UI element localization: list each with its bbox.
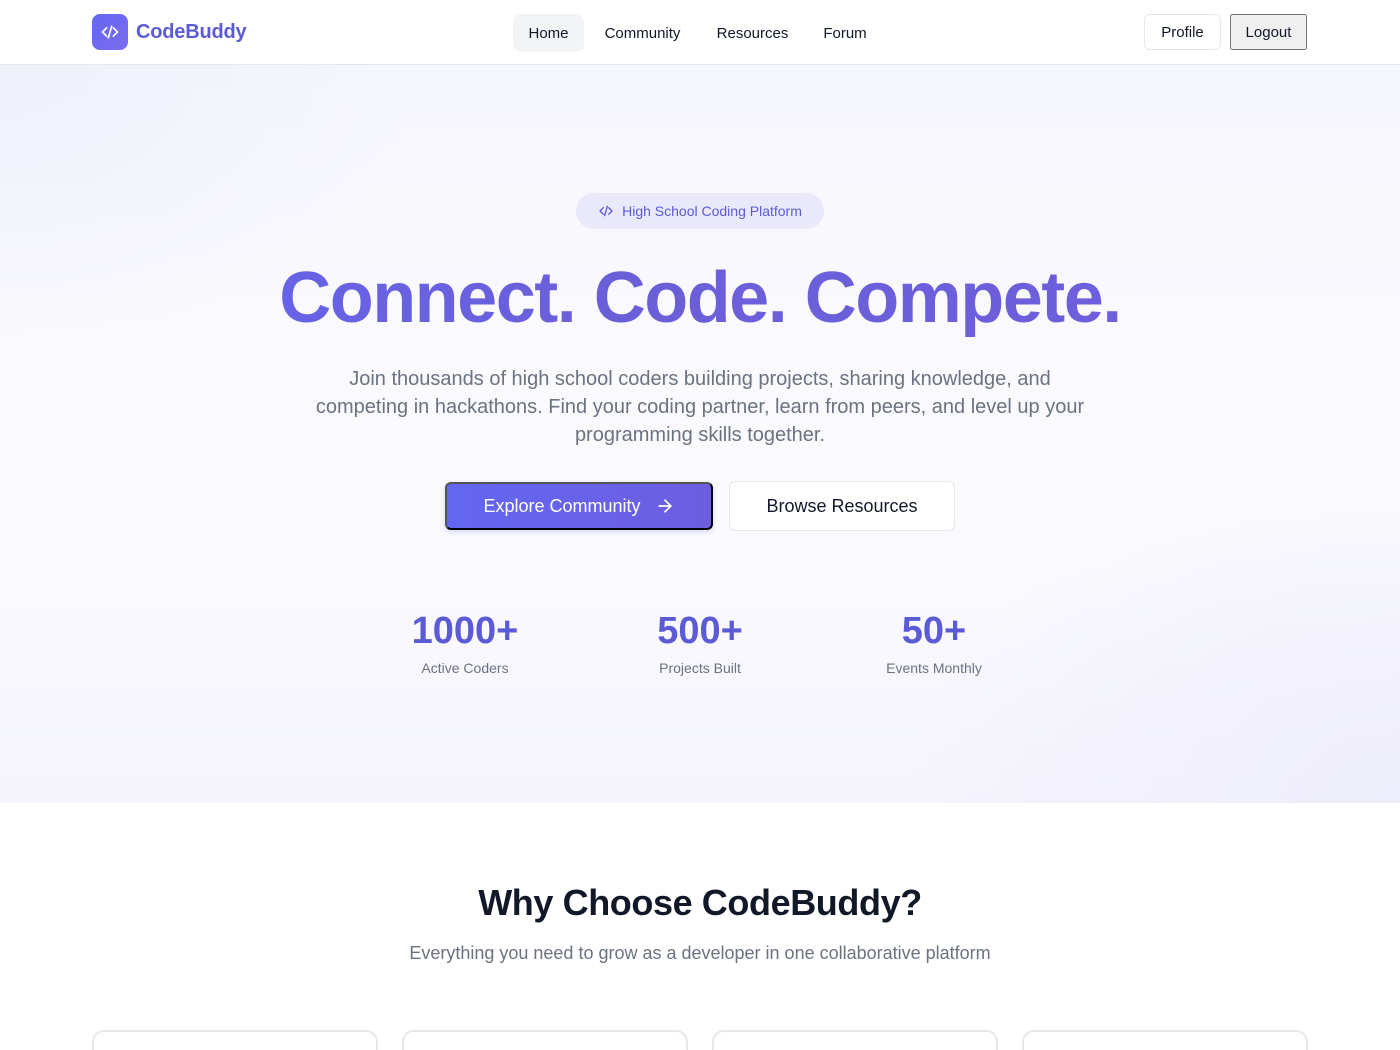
stat-value: 500+ (657, 610, 743, 652)
arrow-right-icon (655, 496, 675, 516)
platform-badge-label: High School Coding Platform (622, 203, 802, 219)
features-title: Why Choose CodeBuddy? (478, 882, 922, 923)
nav-item-community[interactable]: Community (590, 14, 695, 52)
brand[interactable]: CodeBuddy (92, 14, 247, 50)
stat-events-monthly: 50+ Events Monthly (834, 605, 1034, 677)
hero-subtext: Join thousands of high school coders bui… (315, 368, 1085, 446)
code-icon (598, 203, 614, 219)
platform-badge: High School Coding Platform (576, 193, 824, 229)
nav-item-forum[interactable]: Forum (810, 14, 880, 52)
stat-active-coders: 1000+ Active Coders (365, 605, 565, 677)
feature-card (92, 1030, 378, 1050)
brand-name: CodeBuddy (136, 20, 247, 43)
stat-label: Projects Built (659, 660, 741, 676)
logout-button[interactable]: Logout (1230, 14, 1307, 50)
feature-card (1022, 1030, 1308, 1050)
profile-button[interactable]: Profile (1144, 14, 1221, 50)
hero-section: High School Coding Platform Connect. Cod… (0, 65, 1400, 803)
stat-label: Active Coders (421, 660, 509, 676)
explore-community-label: Explore Community (483, 495, 641, 516)
stat-projects-built: 500+ Projects Built (600, 605, 800, 677)
browse-resources-button[interactable]: Browse Resources (729, 481, 955, 531)
stat-label: Events Monthly (886, 660, 982, 676)
stat-value: 50+ (901, 610, 967, 652)
nav-item-home[interactable]: Home (513, 14, 584, 52)
features-subtitle: Everything you need to grow as a develop… (409, 943, 991, 963)
feature-card (402, 1030, 688, 1050)
feature-card (712, 1030, 998, 1050)
explore-community-button[interactable]: Explore Community (445, 482, 713, 530)
hero-headline: Connect. Code. Compete. (0, 253, 1400, 343)
stat-value: 1000+ (411, 610, 519, 652)
code-icon (92, 14, 128, 50)
nav-item-resources[interactable]: Resources (703, 14, 802, 52)
top-navbar: CodeBuddy Home Community Resources Forum… (0, 0, 1400, 65)
